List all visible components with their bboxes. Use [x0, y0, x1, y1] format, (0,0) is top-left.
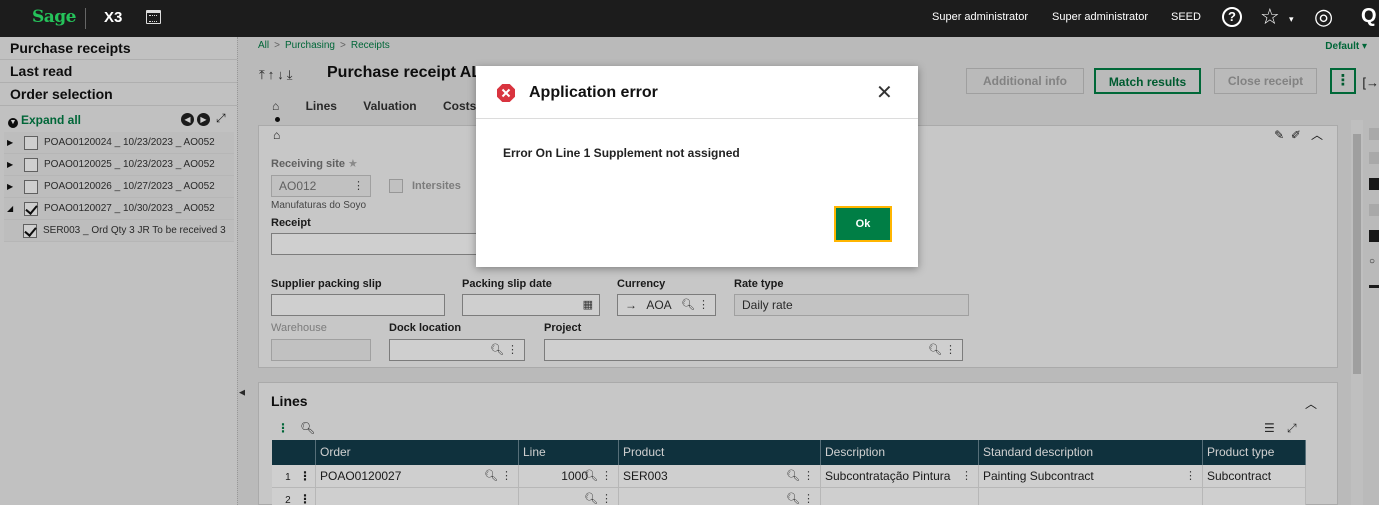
help-icon[interactable]: ?	[1222, 7, 1242, 27]
topbar-divider	[85, 8, 86, 29]
product-name[interactable]: X3	[104, 9, 122, 26]
top-bar: Sage X3 Super administrator Super admini…	[0, 0, 1379, 37]
user-name[interactable]: Super administrator	[1052, 11, 1148, 23]
compass-icon[interactable]: ◎	[1314, 4, 1333, 30]
application-error-dialog: Application error ✕ Error On Line 1 Supp…	[476, 66, 918, 267]
dialog-header: Application error ✕	[476, 66, 918, 119]
folder-name[interactable]: SEED	[1171, 11, 1201, 23]
error-icon	[497, 84, 515, 102]
close-icon[interactable]: ✕	[876, 83, 893, 103]
ok-button[interactable]: Ok	[834, 206, 892, 242]
search-icon[interactable]: Q	[1361, 5, 1377, 28]
dialog-message: Error On Line 1 Supplement not assigned	[503, 146, 740, 160]
favorites-star-icon[interactable]: ☆	[1260, 4, 1280, 30]
calendar-icon[interactable]	[146, 10, 161, 24]
dialog-title: Application error	[529, 84, 658, 101]
sage-logo[interactable]: Sage	[32, 7, 77, 27]
chevron-down-icon[interactable]: ▾	[1289, 14, 1294, 25]
user-role[interactable]: Super administrator	[932, 11, 1028, 23]
